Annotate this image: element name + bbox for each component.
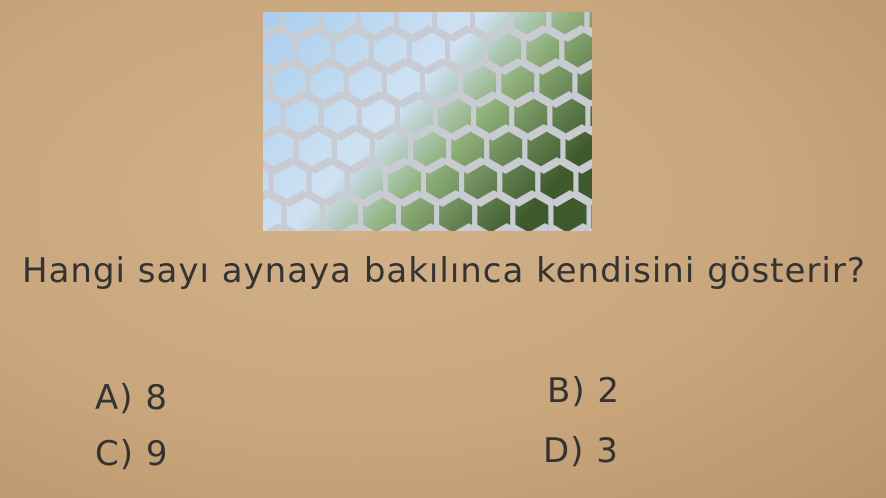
option-a-value: 8 <box>145 378 168 418</box>
option-b[interactable]: B) 2 <box>547 371 620 411</box>
option-d[interactable]: D) 3 <box>543 431 619 471</box>
option-d-letter: D) <box>543 431 585 471</box>
option-c-letter: C) <box>95 434 135 474</box>
option-d-value: 3 <box>596 431 619 471</box>
option-c[interactable]: C) 9 <box>95 434 168 474</box>
option-b-letter: B) <box>547 371 586 411</box>
option-a-letter: A) <box>95 378 134 418</box>
question-text: Hangi sayı aynaya bakılınca kendisini gö… <box>22 251 866 291</box>
mirror-hexagon-photo <box>263 12 592 231</box>
option-a[interactable]: A) 8 <box>95 378 168 418</box>
option-b-value: 2 <box>597 371 621 411</box>
option-c-value: 9 <box>145 434 169 474</box>
